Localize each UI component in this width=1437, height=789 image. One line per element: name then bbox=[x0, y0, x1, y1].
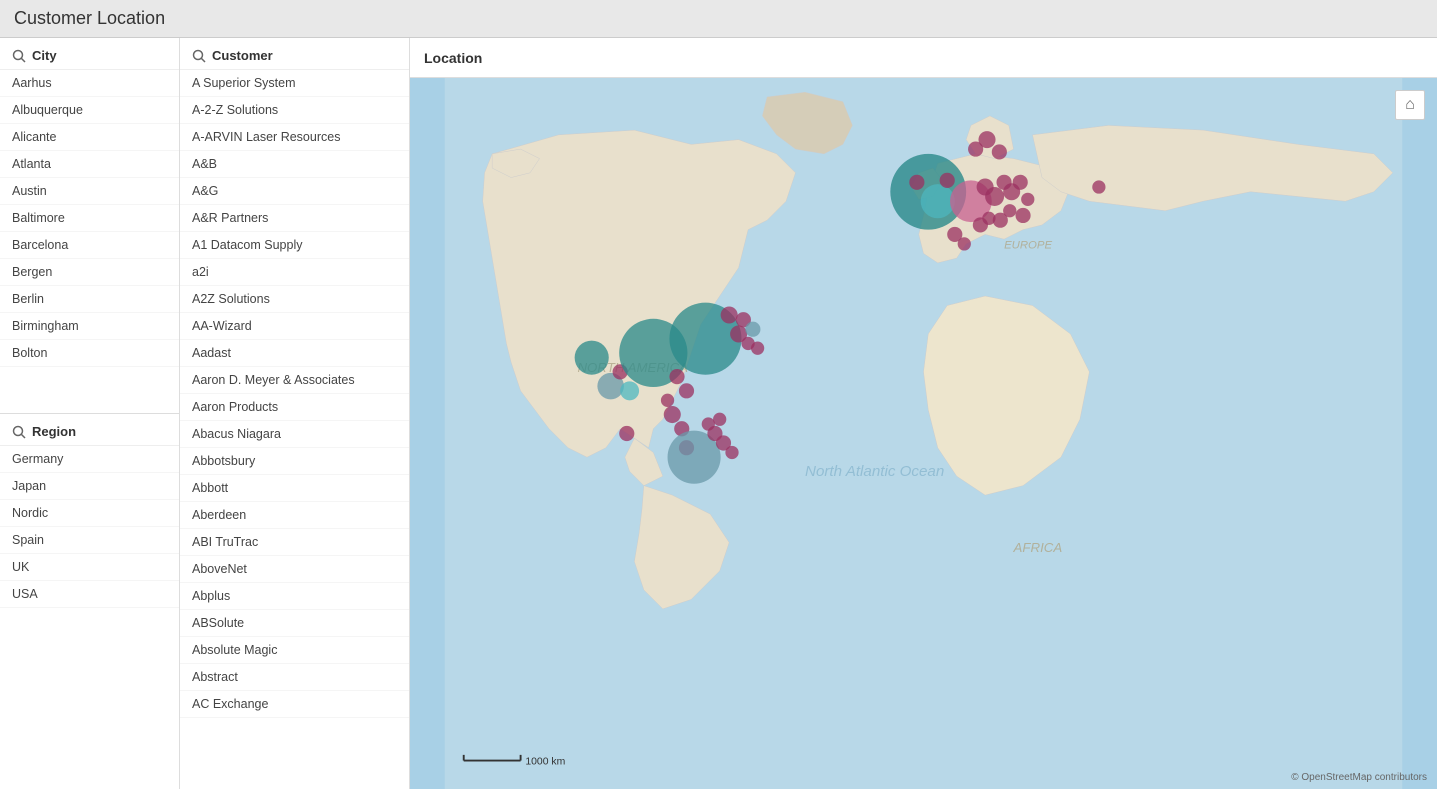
map-header: Location bbox=[410, 38, 1437, 78]
list-item[interactable]: Birmingham bbox=[0, 313, 179, 340]
list-item[interactable]: A&G bbox=[180, 178, 409, 205]
list-item[interactable]: A&B bbox=[180, 151, 409, 178]
home-button[interactable]: ⌂ bbox=[1395, 90, 1425, 120]
list-item[interactable]: Absolute Magic bbox=[180, 637, 409, 664]
customer-header: Customer bbox=[180, 38, 409, 70]
region-header: Region bbox=[0, 414, 179, 445]
svg-text:North Atlantic Ocean: North Atlantic Ocean bbox=[805, 463, 944, 480]
svg-text:EUROPE: EUROPE bbox=[1004, 240, 1052, 252]
list-item[interactable]: Baltimore bbox=[0, 205, 179, 232]
list-item[interactable]: Abbotsbury bbox=[180, 448, 409, 475]
list-item[interactable]: ABI TruTrac bbox=[180, 529, 409, 556]
map-panel: Location bbox=[410, 38, 1437, 789]
list-item[interactable]: Nordic bbox=[0, 500, 179, 527]
list-item[interactable]: Abplus bbox=[180, 583, 409, 610]
list-item[interactable]: Barcelona bbox=[0, 232, 179, 259]
list-item[interactable]: Albuquerque bbox=[0, 97, 179, 124]
list-item[interactable]: Spain bbox=[0, 527, 179, 554]
list-item[interactable]: Atlanta bbox=[0, 151, 179, 178]
list-item[interactable]: Austin bbox=[0, 178, 179, 205]
list-item[interactable]: Abstract bbox=[180, 664, 409, 691]
search-icon bbox=[192, 49, 206, 63]
list-item[interactable]: Aberdeen bbox=[180, 502, 409, 529]
search-icon bbox=[12, 49, 26, 63]
home-icon: ⌂ bbox=[1405, 96, 1415, 114]
list-item[interactable]: A2Z Solutions bbox=[180, 286, 409, 313]
customer-panel: Customer A Superior System A-2-Z Solutio… bbox=[180, 38, 410, 789]
list-item[interactable]: ABSolute bbox=[180, 610, 409, 637]
city-section: City Aarhus Albuquerque Alicante Atlanta… bbox=[0, 38, 179, 413]
city-region-panel: City Aarhus Albuquerque Alicante Atlanta… bbox=[0, 38, 180, 789]
region-section: Region Germany Japan Nordic Spain UK USA bbox=[0, 414, 179, 789]
list-item[interactable]: Abbott bbox=[180, 475, 409, 502]
list-item[interactable]: Bergen bbox=[0, 259, 179, 286]
list-item[interactable]: Alicante bbox=[0, 124, 179, 151]
list-item[interactable]: Germany bbox=[0, 446, 179, 473]
list-item[interactable]: A&R Partners bbox=[180, 205, 409, 232]
osm-attribution: © OpenStreetMap contributors bbox=[1291, 772, 1427, 783]
list-item[interactable]: AC Exchange bbox=[180, 691, 409, 718]
city-header: City bbox=[0, 38, 179, 69]
list-item[interactable]: AA-Wizard bbox=[180, 313, 409, 340]
customer-list[interactable]: A Superior System A-2-Z Solutions A-ARVI… bbox=[180, 70, 409, 789]
region-list[interactable]: Germany Japan Nordic Spain UK USA bbox=[0, 445, 179, 789]
map-container[interactable]: North Atlantic Ocean NORTH AMERICA EUROP… bbox=[410, 78, 1437, 789]
world-map: North Atlantic Ocean NORTH AMERICA EUROP… bbox=[410, 78, 1437, 789]
list-item[interactable]: A-ARVIN Laser Resources bbox=[180, 124, 409, 151]
list-item[interactable]: A-2-Z Solutions bbox=[180, 97, 409, 124]
city-list[interactable]: Aarhus Albuquerque Alicante Atlanta Aust… bbox=[0, 69, 179, 413]
list-item[interactable]: UK bbox=[0, 554, 179, 581]
page-title: Customer Location bbox=[0, 0, 1437, 38]
list-item[interactable]: A Superior System bbox=[180, 70, 409, 97]
list-item[interactable]: Aaron Products bbox=[180, 394, 409, 421]
list-item[interactable]: Aaron D. Meyer & Associates bbox=[180, 367, 409, 394]
list-item[interactable]: Berlin bbox=[0, 286, 179, 313]
list-item[interactable]: a2i bbox=[180, 259, 409, 286]
list-item[interactable]: USA bbox=[0, 581, 179, 608]
list-item[interactable]: Aarhus bbox=[0, 70, 179, 97]
list-item[interactable]: A1 Datacom Supply bbox=[180, 232, 409, 259]
list-item[interactable]: Abacus Niagara bbox=[180, 421, 409, 448]
search-icon bbox=[12, 425, 26, 439]
list-item[interactable]: Aadast bbox=[180, 340, 409, 367]
svg-text:AFRICA: AFRICA bbox=[1013, 540, 1063, 555]
svg-text:1000 km: 1000 km bbox=[525, 756, 565, 767]
list-item[interactable]: AboveNet bbox=[180, 556, 409, 583]
list-item[interactable]: Bolton bbox=[0, 340, 179, 367]
list-item[interactable]: Japan bbox=[0, 473, 179, 500]
